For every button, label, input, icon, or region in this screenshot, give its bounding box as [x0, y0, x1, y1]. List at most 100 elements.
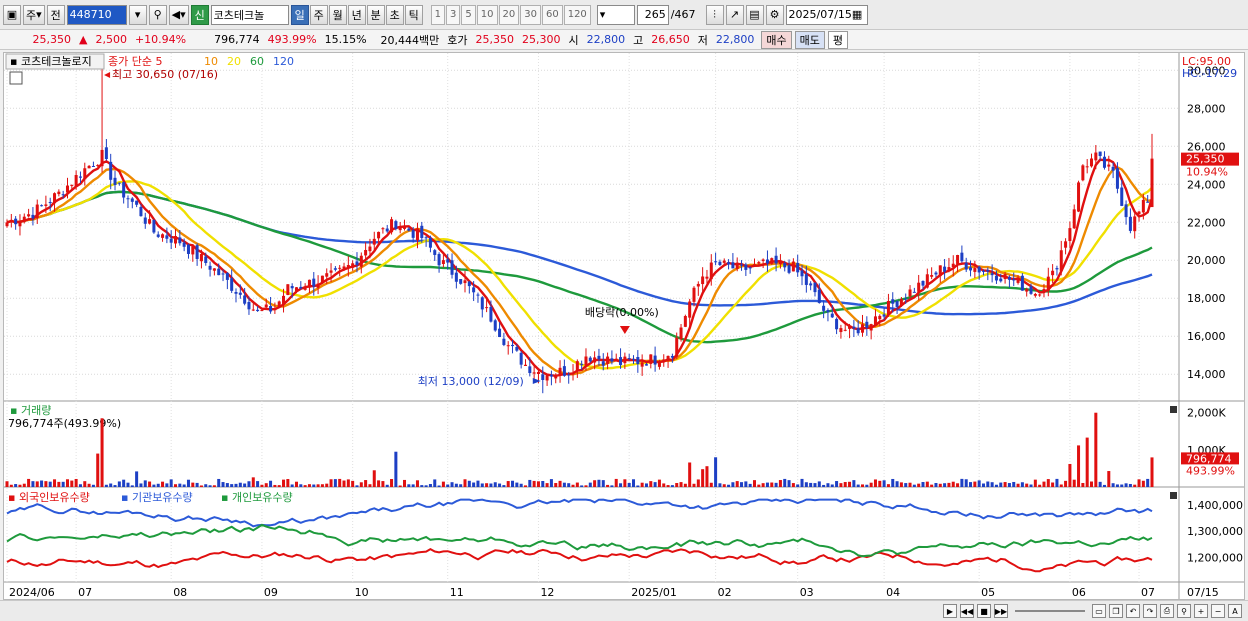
zoom-in-icon[interactable]: +	[1194, 604, 1208, 618]
volume-bar-48	[212, 485, 216, 487]
volume-bar-59	[260, 484, 264, 487]
candle-body-251	[1090, 158, 1094, 167]
candle-body-149	[649, 354, 653, 364]
candle-body-10	[48, 202, 52, 204]
market-select[interactable]: 주 ▾	[23, 4, 45, 25]
volume-bar-114	[498, 483, 502, 487]
zoom-slider[interactable]	[1015, 610, 1085, 612]
candle-body-113	[493, 320, 497, 331]
candle-body-174	[757, 262, 761, 264]
draw-icon[interactable]: ↗	[725, 4, 744, 25]
candle-body-77	[338, 267, 342, 269]
print-icon[interactable]: ⎙	[1160, 604, 1174, 618]
candle-body-239	[1038, 294, 1042, 296]
volume-bar-172	[748, 483, 752, 487]
candle-body-248	[1077, 182, 1081, 212]
candle-body-154	[670, 355, 674, 358]
magnify-icon[interactable]: ⚲	[1177, 604, 1191, 618]
period-tab-3[interactable]: 년	[347, 4, 366, 25]
volume-bar-20	[91, 484, 95, 487]
volume-bar-133	[580, 485, 584, 487]
sell-button[interactable]: 매도	[794, 30, 825, 49]
zoom-out-icon[interactable]: −	[1211, 604, 1225, 618]
volume-bar-131	[571, 484, 575, 487]
buy-button[interactable]: 매수	[761, 30, 792, 49]
redo-icon[interactable]: ↷	[1143, 604, 1157, 618]
interval-button-120[interactable]: 120	[563, 4, 591, 25]
volume-bar-52	[230, 484, 234, 487]
volume-bar-134	[584, 485, 588, 487]
candle-body-188	[817, 289, 821, 303]
candle-body-122	[532, 372, 536, 374]
period-tab-0[interactable]: 일	[290, 4, 309, 25]
period-tab-2[interactable]: 월	[328, 4, 347, 25]
scroll-right-icon[interactable]: ▶	[943, 604, 957, 618]
chevron-down-icon[interactable]: ▾	[128, 4, 147, 25]
interval-button-20[interactable]: 20	[498, 4, 520, 25]
interval-button-5[interactable]: 5	[461, 4, 476, 25]
stop-icon[interactable]: ■	[977, 604, 991, 618]
candle-body-5	[27, 214, 31, 217]
candle-body-22	[100, 149, 104, 167]
undo-icon[interactable]: ↶	[1126, 604, 1140, 618]
save-icon[interactable]: ▤	[745, 4, 764, 25]
date-value: 2025/07/15	[788, 8, 852, 21]
candle-body-100	[437, 254, 441, 266]
stock-name-field[interactable]: 코츠테크놀	[210, 4, 289, 25]
prev-button[interactable]: 전	[46, 4, 65, 25]
candle-body-249	[1081, 165, 1085, 181]
layout-icon[interactable]: ▭	[1092, 604, 1106, 618]
volume-bar-21	[96, 453, 100, 487]
volume-ratio: 493.99%	[267, 33, 317, 46]
interval-button-3[interactable]: 3	[446, 4, 461, 25]
interval-select[interactable]: ▾	[596, 4, 635, 25]
candle-body-161	[701, 276, 705, 285]
forward-icon[interactable]: ▶▶	[994, 604, 1008, 618]
volume-bar-31	[139, 483, 143, 487]
interval-button-1[interactable]: 1	[430, 4, 446, 25]
candle-body-41	[182, 242, 186, 247]
candle-body-103	[450, 260, 454, 275]
period-tab-6[interactable]: 틱	[404, 4, 423, 25]
volume-bar-123	[536, 481, 540, 487]
interval-button-30[interactable]: 30	[520, 4, 541, 25]
chart-area[interactable]: 30,000 28,000 26,000 24,000 22,000 20,000 18,0…	[3, 52, 1245, 600]
volume-bar-207	[899, 482, 903, 487]
rewind-icon[interactable]: ◀◀	[960, 604, 974, 618]
volume-bar-4	[22, 483, 26, 487]
calendar-icon[interactable]: ▦	[852, 8, 862, 21]
candle-90	[394, 219, 398, 231]
period-tab-1[interactable]: 주	[309, 4, 328, 25]
volume-bar-255	[1107, 471, 1111, 487]
gear-icon[interactable]: ⚙	[765, 4, 784, 25]
stock-code-input[interactable]: 448710	[66, 4, 127, 25]
speaker-icon[interactable]: ◀▾	[168, 4, 189, 25]
copy-icon[interactable]: ❐	[1109, 604, 1123, 618]
price-tag-pct: 10.94%	[1186, 166, 1228, 179]
window-icon[interactable]: ▣	[3, 4, 21, 25]
candle-body-46	[204, 256, 208, 264]
pin-button[interactable]: 평	[827, 30, 849, 49]
period-tab-5[interactable]: 초	[385, 4, 404, 25]
volume-bar-212	[921, 482, 925, 487]
price-chart[interactable]: 30,00028,00026,00024,00022,00020,00018,0…	[4, 53, 1244, 599]
count-input[interactable]: 265	[636, 4, 669, 25]
candle-body-260	[1128, 216, 1132, 231]
interval-button-60[interactable]: 60	[541, 4, 563, 25]
font-size-icon[interactable]: A	[1228, 604, 1242, 618]
volume-bar-40	[178, 483, 182, 487]
candle-icon[interactable]: ⫶	[705, 4, 724, 25]
date-input[interactable]: 2025/07/15 ▦	[785, 4, 868, 25]
volume-bar-159	[692, 483, 696, 487]
candle-body-221	[960, 252, 964, 262]
volume-bar-177	[770, 482, 774, 487]
interval-button-10[interactable]: 10	[476, 4, 498, 25]
search-icon[interactable]: ⚲	[148, 4, 167, 25]
candle-body-185	[804, 274, 808, 285]
volume-bar-221	[960, 478, 964, 487]
candle-body-51	[225, 272, 229, 280]
volume-bar-238	[1033, 479, 1037, 487]
volume-bar-47	[208, 485, 212, 487]
period-tab-4[interactable]: 분	[366, 4, 385, 25]
volume-bar-25	[113, 485, 117, 487]
